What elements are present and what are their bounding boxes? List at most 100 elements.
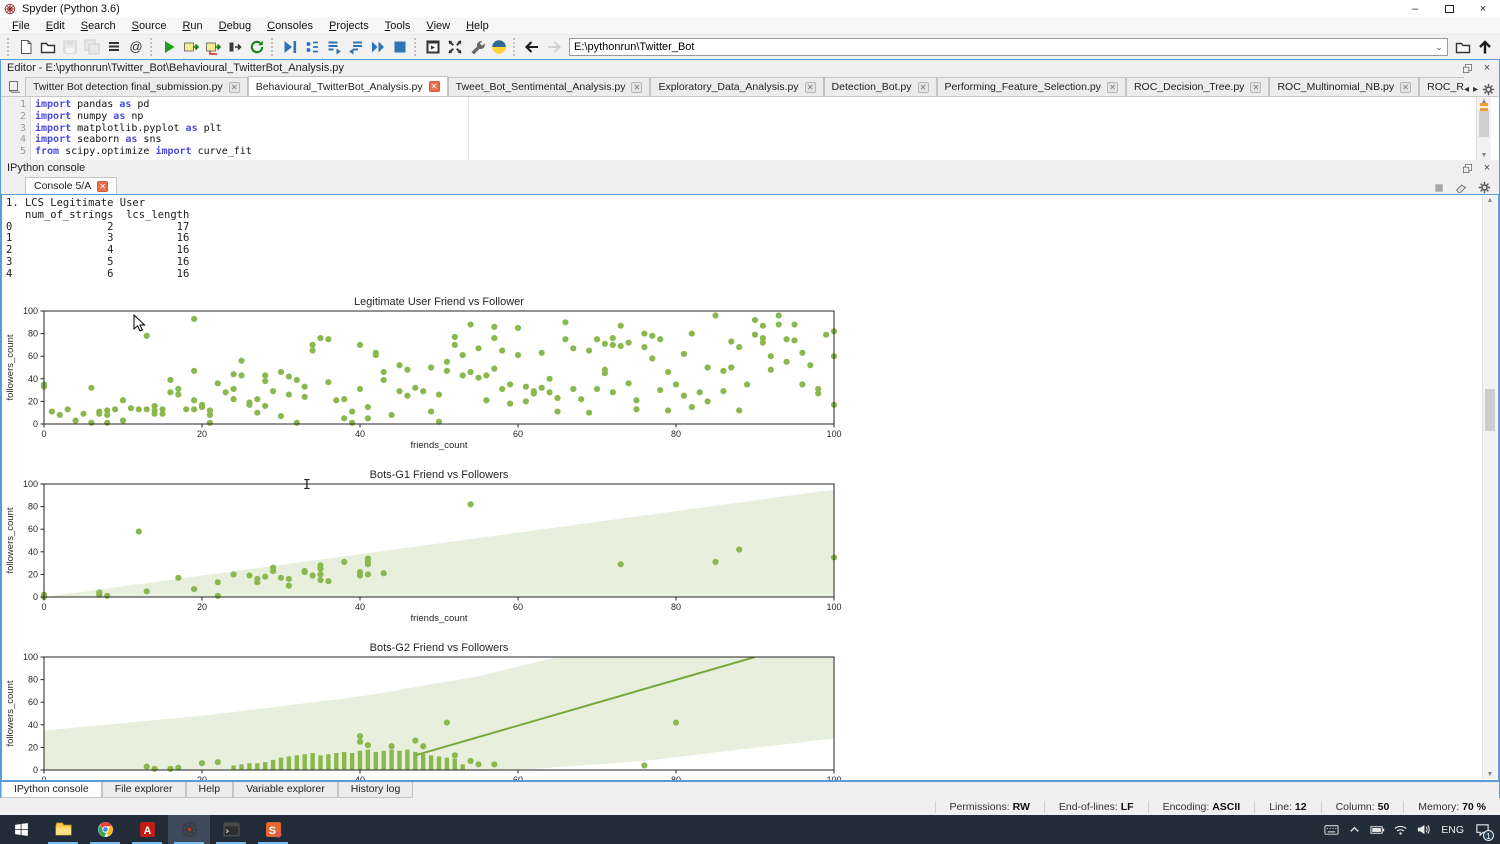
menu-view[interactable]: View <box>418 19 458 33</box>
scroll-tabs-right-icon[interactable]: ▸ <box>1473 84 1478 95</box>
tray-chevron-up-icon[interactable] <box>1346 822 1362 838</box>
editor-tab[interactable]: Behavioural_TwitterBot_Analysis.py✕ <box>248 76 448 96</box>
interrupt-kernel-icon[interactable] <box>1433 182 1445 194</box>
debug-cell-icon[interactable] <box>301 36 323 58</box>
open-dir-icon[interactable] <box>1452 36 1474 58</box>
step-over-icon[interactable] <box>323 36 345 58</box>
close-tab-icon[interactable]: ✕ <box>429 81 440 92</box>
close-tab-icon[interactable]: ✕ <box>918 82 929 93</box>
console-output-area[interactable]: 1. LCS Legitimate User num_of_strings lc… <box>1 194 1499 781</box>
touch-keyboard-icon[interactable] <box>1323 822 1339 838</box>
start-button[interactable] <box>0 815 42 844</box>
minimize-button[interactable]: – <box>1398 0 1432 18</box>
menu-projects[interactable]: Projects <box>321 19 377 33</box>
scroll-down-icon[interactable]: ▼ <box>1483 771 1497 778</box>
step-into-icon[interactable] <box>345 36 367 58</box>
volume-icon[interactable] <box>1415 822 1431 838</box>
close-tab-icon[interactable]: ✕ <box>1250 82 1261 93</box>
scroll-down-icon[interactable]: ▼ <box>1477 152 1491 159</box>
close-console-tab-icon[interactable]: ✕ <box>97 181 108 192</box>
editor-scrollbar[interactable]: ▲ ▼ <box>1476 97 1491 160</box>
run-cell-icon[interactable] <box>180 36 202 58</box>
chevron-down-icon[interactable]: ⌄ <box>1431 42 1447 53</box>
dock-tab-history-log[interactable]: History log <box>338 782 414 798</box>
working-directory-input[interactable] <box>570 41 1431 53</box>
run-icon[interactable] <box>158 36 180 58</box>
menu-search[interactable]: Search <box>73 19 124 33</box>
editor-tab[interactable]: Performing_Feature_Selection.py✕ <box>937 77 1126 96</box>
menu-consoles[interactable]: Consoles <box>259 19 321 33</box>
editor-tab[interactable]: Tweet_Bot_Sentimental_Analysis.py✕ <box>448 77 651 96</box>
up-icon[interactable] <box>1474 36 1496 58</box>
restart-icon[interactable] <box>246 36 268 58</box>
debug-file-icon[interactable] <box>279 36 301 58</box>
back-icon[interactable] <box>521 36 543 58</box>
close-tab-icon[interactable]: ✕ <box>805 82 816 93</box>
stop-icon[interactable] <box>389 36 411 58</box>
save-all-icon[interactable] <box>81 36 103 58</box>
language-indicator[interactable]: ENG <box>1438 824 1467 836</box>
code-text[interactable]: import pandas as pdimport numpy as npimp… <box>31 97 1499 160</box>
scroll-tabs-left-icon[interactable]: ◂ <box>1464 84 1469 95</box>
undock-pane-icon[interactable] <box>1461 62 1473 74</box>
chrome-taskbar-icon[interactable] <box>84 815 126 844</box>
maximize-pane-icon[interactable] <box>422 36 444 58</box>
spyder-installer-taskbar-icon[interactable]: S <box>252 815 294 844</box>
editor-tab[interactable]: ROC_Random_Forest.py✕ <box>1419 77 1464 96</box>
file-explorer-taskbar-icon[interactable] <box>42 815 84 844</box>
acrobat-taskbar-icon[interactable]: A <box>126 815 168 844</box>
editor-tab[interactable]: Detection_Bot.py✕ <box>824 77 937 96</box>
continue-icon[interactable] <box>367 36 389 58</box>
close-tab-icon[interactable]: ✕ <box>1400 82 1411 93</box>
editor-options-gear-icon[interactable] <box>1482 83 1495 96</box>
menu-run[interactable]: Run <box>174 19 210 33</box>
scroll-up-icon[interactable]: ▲ <box>1483 197 1497 204</box>
python-env-icon[interactable] <box>488 36 510 58</box>
spyder-taskbar-icon[interactable] <box>168 815 210 844</box>
maximize-button[interactable] <box>1432 0 1466 18</box>
close-pane-icon[interactable]: × <box>1481 62 1493 74</box>
editor-tab[interactable]: Exploratory_Data_Analysis.py✕ <box>650 77 823 96</box>
menu-source[interactable]: Source <box>124 19 175 33</box>
console-scrollbar-thumb[interactable] <box>1485 389 1495 431</box>
battery-icon[interactable] <box>1369 822 1385 838</box>
dock-tab-variable-explorer[interactable]: Variable explorer <box>233 782 338 798</box>
new-file-icon[interactable] <box>15 36 37 58</box>
forward-icon[interactable] <box>543 36 565 58</box>
file-switcher-icon[interactable] <box>103 36 125 58</box>
close-tab-icon[interactable]: ✕ <box>229 82 240 93</box>
dock-tab-ipython-console[interactable]: IPython console <box>1 782 102 798</box>
menu-edit[interactable]: Edit <box>38 19 73 33</box>
console-scrollbar[interactable]: ▲ ▼ <box>1482 196 1497 779</box>
close-button[interactable]: × <box>1466 0 1500 18</box>
terminal-taskbar-icon[interactable] <box>210 815 252 844</box>
dock-tab-help[interactable]: Help <box>186 782 234 798</box>
wifi-icon[interactable] <box>1392 822 1408 838</box>
at-symbol-icon[interactable]: @ <box>125 36 147 58</box>
action-center-icon[interactable]: 1 <box>1474 822 1490 838</box>
open-file-icon[interactable] <box>37 36 59 58</box>
undock-pane-icon[interactable] <box>1461 162 1473 174</box>
clear-console-eraser-icon[interactable] <box>1455 181 1468 194</box>
editor-tab[interactable]: Twitter Bot detection final_submission.p… <box>25 77 248 96</box>
save-icon[interactable] <box>59 36 81 58</box>
close-pane-icon[interactable]: × <box>1481 162 1493 174</box>
editor-scrollbar-thumb[interactable] <box>1479 111 1489 137</box>
code-editor[interactable]: 12345 import pandas as pdimport numpy as… <box>1 96 1499 160</box>
menu-file[interactable]: File <box>4 19 38 33</box>
run-cell-advance-icon[interactable] <box>202 36 224 58</box>
menu-tools[interactable]: Tools <box>377 19 419 33</box>
menu-help[interactable]: Help <box>458 19 497 33</box>
menu-debug[interactable]: Debug <box>211 19 259 33</box>
editor-tab[interactable]: ROC_Multinomial_NB.py✕ <box>1269 77 1419 96</box>
browse-tabs-button[interactable] <box>1 77 25 96</box>
dock-tab-file-explorer[interactable]: File explorer <box>102 782 186 798</box>
preferences-icon[interactable] <box>466 36 488 58</box>
close-tab-icon[interactable]: ✕ <box>631 82 642 93</box>
run-selection-icon[interactable] <box>224 36 246 58</box>
console-options-gear-icon[interactable] <box>1478 181 1491 194</box>
console-tab[interactable]: Console 5/A ✕ <box>25 177 117 194</box>
close-tab-icon[interactable]: ✕ <box>1107 82 1118 93</box>
fullscreen-icon[interactable] <box>444 36 466 58</box>
editor-tab[interactable]: ROC_Decision_Tree.py✕ <box>1126 77 1270 96</box>
